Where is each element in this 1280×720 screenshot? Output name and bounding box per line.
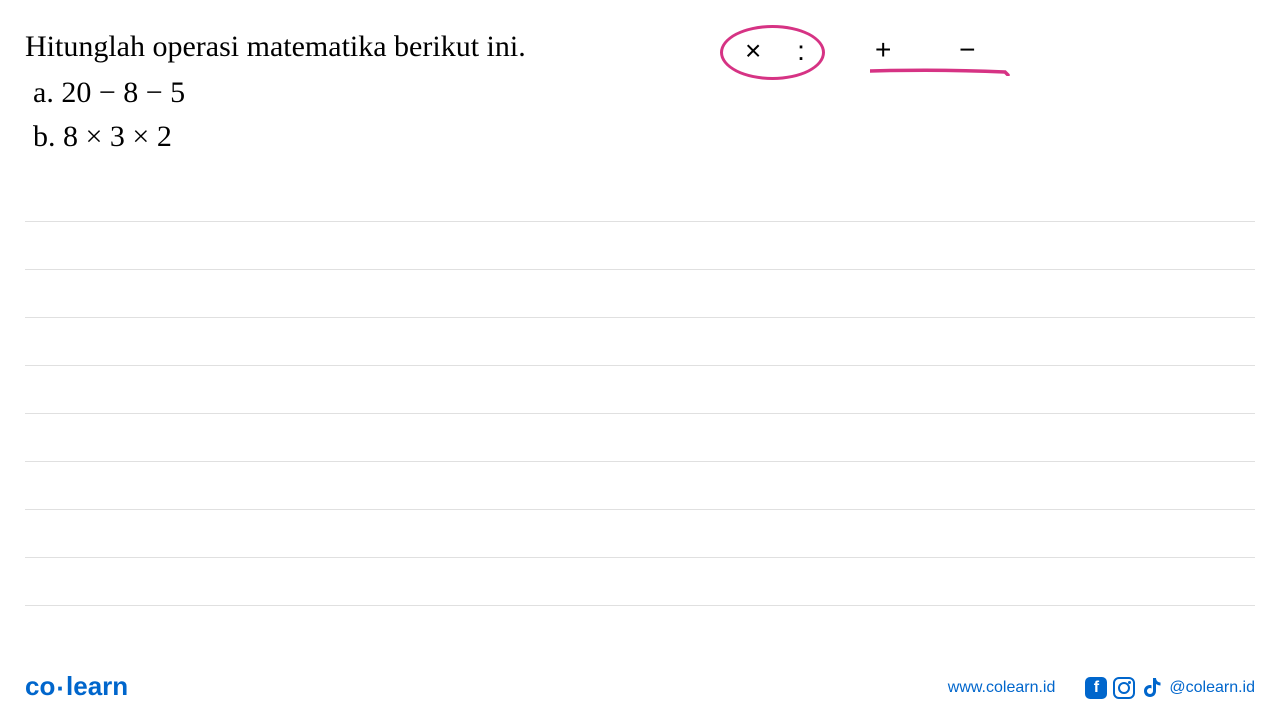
content-area: Hitunglah operasi matematika berikut ini… — [0, 0, 1280, 154]
handwritten-annotation: × : + − — [720, 20, 1040, 90]
underline-annotation — [870, 68, 1010, 76]
paper-line — [25, 414, 1255, 462]
paper-line — [25, 222, 1255, 270]
problem-b-label: b. — [33, 120, 56, 153]
paper-line — [25, 462, 1255, 510]
logo: co·learn — [25, 671, 128, 704]
paper-line — [25, 270, 1255, 318]
paper-line — [25, 558, 1255, 606]
paper-line — [25, 510, 1255, 558]
problem-b: b. 8 × 3 × 2 — [33, 120, 1255, 154]
problem-b-expression: 8 × 3 × 2 — [63, 120, 172, 153]
tiktok-icon — [1141, 677, 1163, 699]
circled-symbols: × : — [745, 35, 819, 67]
social-handle: @colearn.id — [1169, 679, 1255, 697]
paper-line — [25, 366, 1255, 414]
footer-right: www.colearn.id f @colearn.id — [948, 677, 1255, 699]
paper-line — [25, 318, 1255, 366]
question-title: Hitunglah operasi matematika berikut ini… — [25, 30, 1255, 64]
problem-a: a. 20 − 8 − 5 — [33, 76, 1255, 110]
instagram-icon — [1113, 677, 1135, 699]
problem-a-label: a. — [33, 76, 54, 109]
website-url: www.colearn.id — [948, 679, 1056, 697]
social-group: f @colearn.id — [1085, 677, 1255, 699]
plus-minus-symbols: + − — [875, 34, 1005, 66]
logo-learn: learn — [66, 671, 128, 701]
problem-a-expression: 20 − 8 − 5 — [61, 76, 185, 109]
facebook-icon: f — [1085, 677, 1107, 699]
logo-dot: · — [56, 673, 65, 703]
lined-paper-area — [0, 174, 1280, 606]
logo-co: co — [25, 671, 55, 701]
footer: co·learn www.colearn.id f @colearn.id — [0, 655, 1280, 720]
paper-line — [25, 174, 1255, 222]
